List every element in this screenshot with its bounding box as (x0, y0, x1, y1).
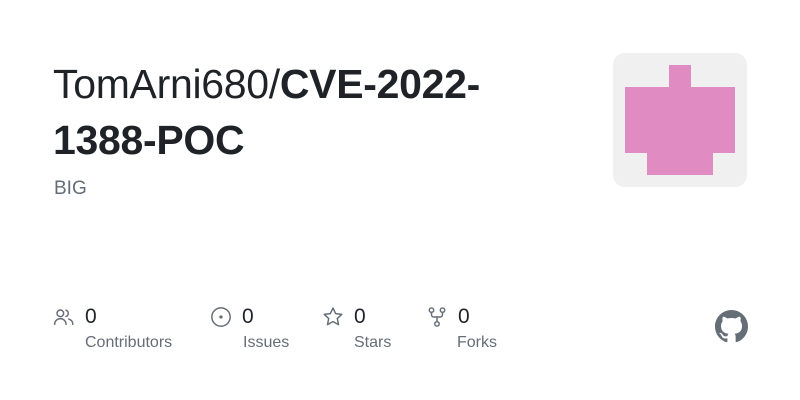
stars-count: 0 (354, 305, 366, 328)
issues-label: Issues (243, 334, 290, 351)
repo-forked-icon (428, 307, 446, 327)
repo-stats: 0 Contributors 0 Issues 0 Stars 0 Forks (53, 304, 573, 364)
repo-title[interactable]: TomArni680/CVE-2022-1388-POC (53, 56, 573, 168)
forks-count: 0 (458, 305, 470, 328)
repo-owner[interactable]: TomArni680/ (53, 61, 280, 107)
stat-stars[interactable]: 0 Stars (322, 304, 391, 351)
repo-social-card: TomArni680/CVE-2022-1388-POC BIG 0 Contr… (0, 0, 800, 400)
contributors-label: Contributors (85, 334, 173, 351)
stat-contributors[interactable]: 0 Contributors (53, 304, 172, 351)
issue-opened-icon (211, 307, 231, 327)
repo-description: BIG (54, 178, 87, 199)
people-icon (53, 309, 74, 326)
star-icon (323, 307, 343, 326)
identicon-image (625, 65, 735, 175)
stat-issues[interactable]: 0 Issues (210, 304, 289, 351)
forks-label: Forks (457, 334, 497, 351)
contributors-count: 0 (85, 305, 97, 328)
stat-forks[interactable]: 0 Forks (426, 304, 497, 351)
owner-avatar[interactable] (613, 53, 747, 187)
github-mark-icon[interactable] (715, 310, 748, 343)
stars-label: Stars (354, 334, 392, 351)
issues-count: 0 (242, 305, 254, 328)
